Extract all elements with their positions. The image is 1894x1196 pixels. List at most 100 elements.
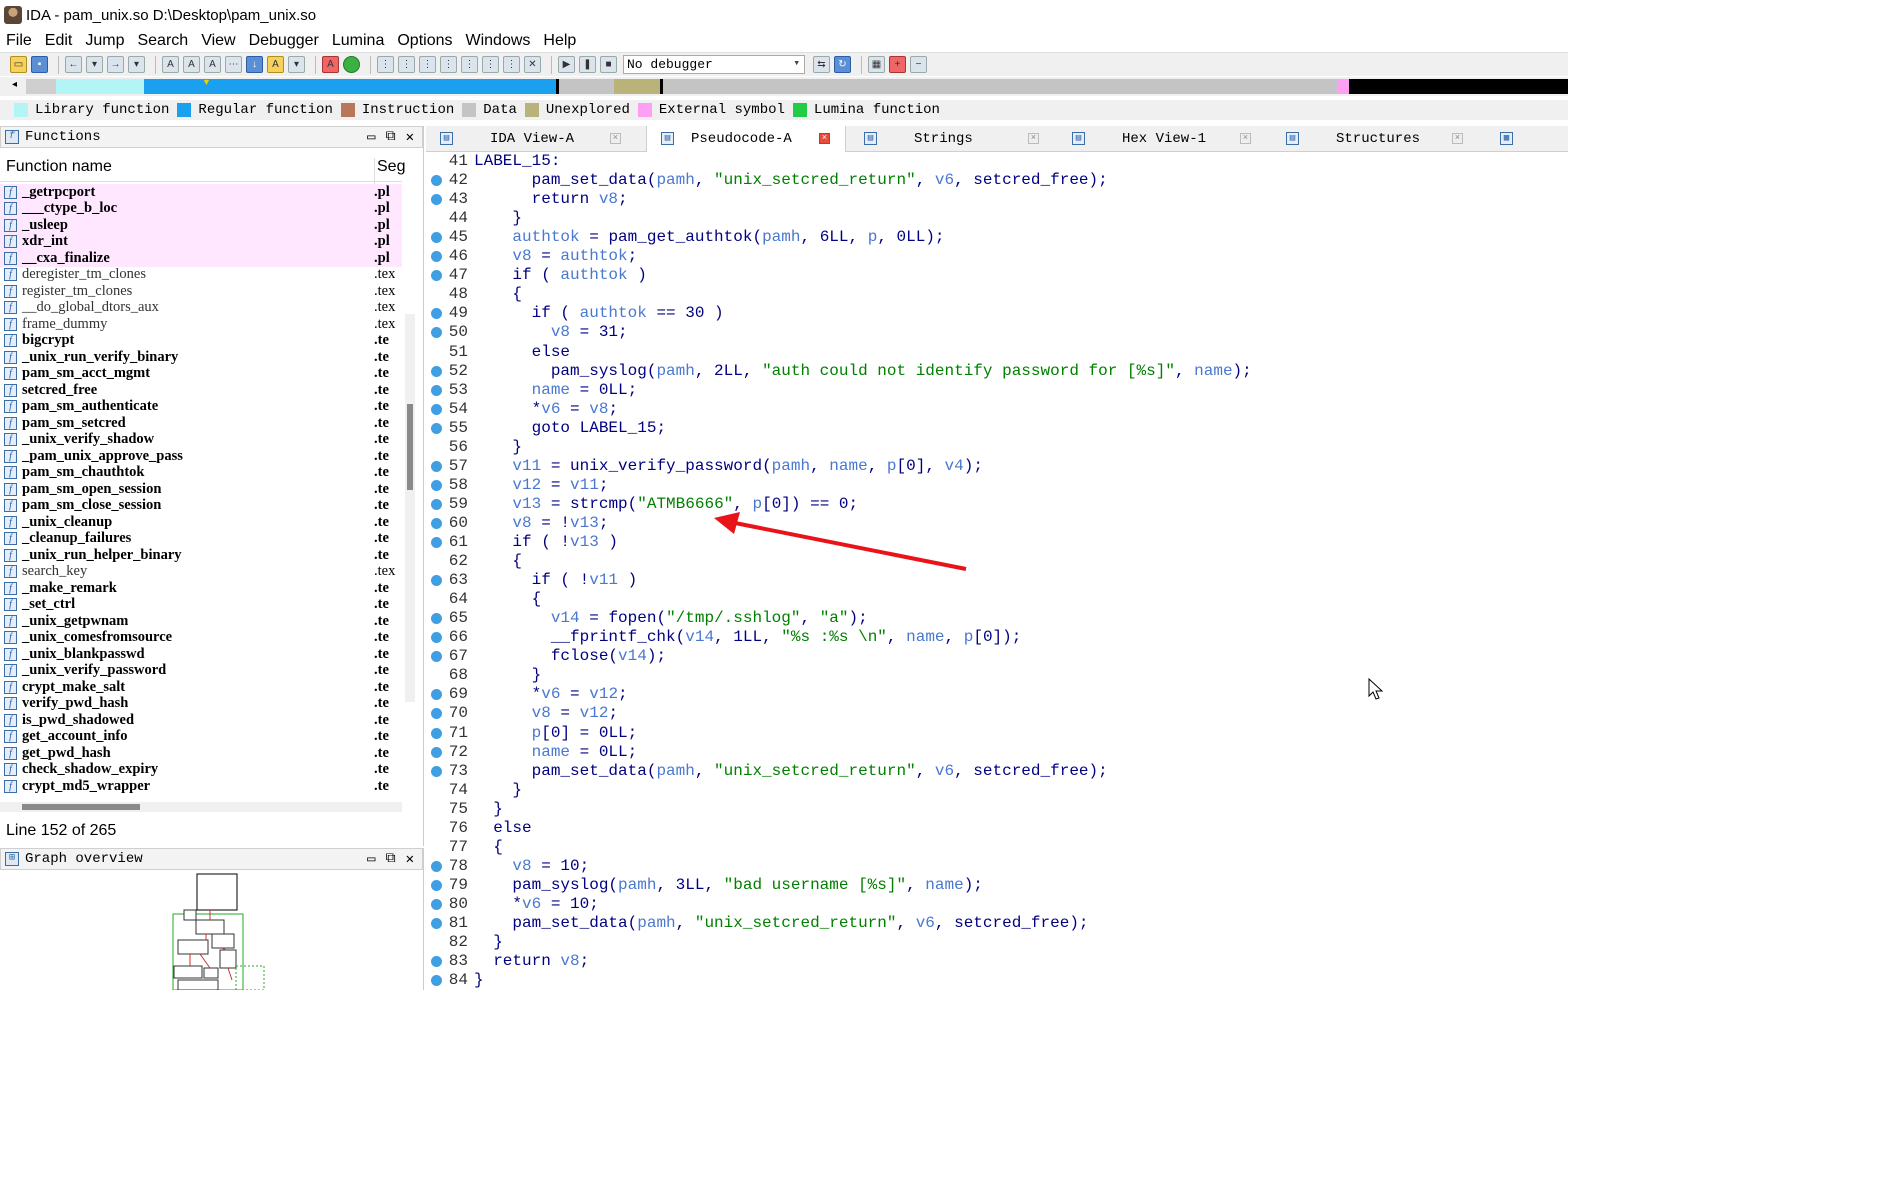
menu-file[interactable]: File [6,32,32,50]
menu-debugger[interactable]: Debugger [249,32,319,50]
function-row[interactable]: f _pam_unix_approve_pass .te [0,448,402,465]
code-line[interactable]: 53 name = 0LL; [426,381,1568,400]
pseudocode-view[interactable]: 41 LABEL_15: 42 pam_set_data(pamh, "unix_s… [426,152,1568,990]
code-line[interactable]: 78 v8 = 10; [426,857,1568,876]
stop-analysis-icon[interactable]: A [322,56,339,73]
function-row[interactable]: f check_shadow_expiry .te [0,761,402,779]
code-line[interactable]: 81 pam_set_data(pamh, "unix_setcred_retu… [426,914,1568,933]
code-line[interactable]: 82 } [426,933,1568,952]
code-token[interactable]: v11 [570,476,599,494]
function-row[interactable]: f get_account_info .te [0,728,402,746]
back-arrow-icon[interactable]: ← [65,56,82,73]
code-token[interactable]: authtok [512,228,579,246]
menu-lumina[interactable]: Lumina [332,32,384,50]
function-row[interactable]: f _unix_verify_password .te [0,662,402,680]
code-line[interactable]: 54 *v6 = v8; [426,400,1568,419]
close-icon[interactable]: ✕ [406,851,414,868]
function-row[interactable]: f pam_sm_setcred .te [0,415,402,432]
code-token[interactable]: p [752,495,762,513]
functions-horizontal-scrollbar[interactable] [0,802,402,812]
code-token[interactable]: pamh [656,762,694,780]
code-line[interactable]: 52 pam_syslog(pamh, 2LL, "auth could not… [426,362,1568,381]
code-token[interactable]: __fprintf_chk [551,628,676,646]
code-token[interactable]: unix_verify_password [570,457,762,475]
forward-dropdown-icon[interactable]: ▾ [128,56,145,73]
function-row[interactable]: f _make_remark .te [0,580,402,597]
code-line[interactable]: 76 else [426,819,1568,838]
tab-structures[interactable]: ▤ Structures × [1272,126,1480,152]
code-token[interactable]: v8 [599,190,618,208]
tab-strings[interactable]: ▤ Strings × [850,126,1056,152]
close-tab-icon[interactable]: × [1452,133,1463,144]
code-line[interactable]: 61 if ( !v13 ) [426,533,1568,552]
function-row[interactable]: f _unix_comesfromsource .te [0,629,402,647]
undefine-icon[interactable]: ⋮ [461,56,478,73]
code-token[interactable]: LABEL_15 [474,152,551,170]
code-token[interactable]: fopen [608,609,656,627]
code-token[interactable]: name [532,381,570,399]
restore-icon[interactable]: ⧉ [386,851,396,868]
make-struct-icon[interactable]: ⋮ [482,56,499,73]
code-line[interactable]: 75 } [426,800,1568,819]
code-line[interactable]: 77 { [426,838,1568,857]
search-immediate-icon[interactable]: A [204,56,221,73]
function-row[interactable]: f frame_dummy .tex [0,316,402,333]
column-header-function-name[interactable]: Function name [6,158,112,176]
column-header-segment[interactable]: Seg [374,158,405,184]
code-token[interactable]: pamh [656,171,694,189]
code-line[interactable]: 49 if ( authtok == 30 ) [426,304,1568,323]
tab-ida-view-a[interactable]: ▤ IDA View-A × [426,126,638,152]
code-line[interactable]: 72 name = 0LL; [426,743,1568,762]
code-token[interactable]: v13 [512,495,541,513]
code-token[interactable]: pam_set_data [512,914,627,932]
code-token[interactable]: pamh [618,876,656,894]
code-token[interactable]: v8 [512,514,531,532]
tab-hex-view-1[interactable]: ▤ Hex View-1 × [1058,126,1268,152]
function-row[interactable]: f _usleep .pl [0,217,402,234]
code-token[interactable]: name [906,628,944,646]
function-row[interactable]: f bigcrypt .te [0,332,402,350]
code-token[interactable]: pamh [762,228,800,246]
make-array-icon[interactable]: ⋮ [440,56,457,73]
code-line[interactable]: 84} [426,971,1568,990]
code-token[interactable]: LABEL_15 [580,419,657,437]
search-sequence-icon[interactable]: ⋯ [225,56,242,73]
function-row[interactable]: f pam_sm_chauthtok .te [0,464,402,482]
code-token[interactable]: fclose [551,647,609,665]
code-token[interactable]: strcmp [570,495,628,513]
code-token[interactable]: v8 [532,704,551,722]
code-token[interactable]: pamh [637,914,675,932]
code-token[interactable]: v14 [685,628,714,646]
function-row[interactable]: f setcred_free .te [0,382,402,399]
code-line[interactable]: 47 if ( authtok ) [426,266,1568,285]
code-token[interactable]: v13 [570,514,599,532]
code-token[interactable]: name [925,876,963,894]
function-row[interactable]: f register_tm_clones .tex [0,283,402,300]
code-token[interactable]: v12 [512,476,541,494]
functions-vertical-scrollbar[interactable] [405,314,415,702]
function-row[interactable]: f crypt_md5_wrapper .te [0,778,402,795]
make-offset-icon[interactable]: ⋮ [503,56,520,73]
function-row[interactable]: f _unix_getpwnam .te [0,613,402,630]
function-row[interactable]: f _unix_cleanup .te [0,514,402,531]
code-line[interactable]: 46 v8 = authtok; [426,247,1568,266]
code-line[interactable]: 68 } [426,666,1568,685]
more-views-icon[interactable]: ▦ [1500,132,1513,145]
code-token[interactable]: v6 [522,895,541,913]
code-token[interactable]: v6 [935,171,954,189]
attach-process-icon[interactable]: ⇆ [813,56,830,73]
code-line[interactable]: 58 v12 = v11; [426,476,1568,495]
code-token[interactable]: v6 [916,914,935,932]
code-line[interactable]: 80 *v6 = 10; [426,895,1568,914]
scrollbar-thumb[interactable] [407,404,413,490]
code-token[interactable]: p [532,724,542,742]
code-token[interactable]: v8 [512,247,531,265]
code-token[interactable]: v12 [589,685,618,703]
code-line[interactable]: 57 v11 = unix_verify_password(pamh, name… [426,457,1568,476]
code-line[interactable]: 55 goto LABEL_15; [426,419,1568,438]
code-line[interactable]: 48 { [426,285,1568,304]
menu-search[interactable]: Search [137,32,188,50]
code-token[interactable]: v14 [551,609,580,627]
format-dropdown-icon[interactable]: ▾ [288,56,305,73]
code-line[interactable]: 79 pam_syslog(pamh, 3LL, "bad username [… [426,876,1568,895]
